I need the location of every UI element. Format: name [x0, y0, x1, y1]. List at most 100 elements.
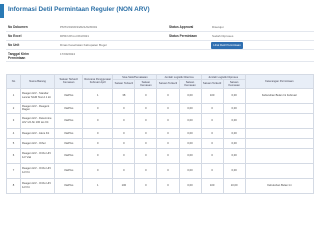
detail-permintaan-button[interactable]: Lihat Detil Permintaan [211, 42, 243, 49]
status-approval-label: Status Approval [169, 25, 194, 29]
cell-proses-satuan: 100 [200, 177, 224, 194]
cell-no: 7 [5, 162, 22, 179]
table-row: 8 Reagen HIV - Ortho HIV 1/2 Kit Vial/Te… [5, 177, 315, 194]
info-row-dokumen: No Dokumen PMT/2019/03/2021/02/0001 Stat… [6, 23, 314, 32]
th-sub-satuan: Satuan Terkecil [200, 79, 224, 89]
cell-sisa-satuan: 100 [112, 177, 136, 194]
page-header: Informasi Detil Permintaan Reguler (NON … [0, 4, 320, 18]
items-table: No Nama Barang Satuan Terkecil Kemasan R… [5, 73, 315, 194]
cell-terima-kemasan: 0,00 [178, 112, 202, 129]
cell-terima-kemasan: 0,00 [178, 177, 202, 194]
cell-proses-kemasan: 0,00 [222, 162, 246, 179]
cell-keterangan: Kebutuhan Bulan Ini Februari [244, 87, 315, 104]
no-unit-label: No Unit [8, 43, 20, 47]
cell-rencana: 0 [82, 112, 114, 129]
info-panel: No Dokumen PMT/2019/03/2021/02/0001 Stat… [6, 23, 314, 62]
table-row: 2 Reagen HIV - Reagent Ragen Vial/Tes 0 … [5, 102, 315, 114]
cell-terima-satuan: 0 [156, 137, 180, 149]
tanggal-label: Tanggal Kirim Permintaan [8, 51, 30, 60]
status-permintaan-value: Sudah Diproses [212, 34, 234, 38]
page-title: Informasi Detil Permintaan Reguler (NON … [8, 6, 150, 13]
info-row-tanggal: Tanggal Kirim Permintaan 17/09/2024 [6, 50, 314, 62]
table-row: 7 Reagen HIV - Ortho HIV 1/2 Kit Vial/Te… [5, 162, 315, 179]
cell-sisa-kemasan: 0 [134, 162, 158, 179]
cell-sisa-satuan: 0 [112, 147, 136, 164]
th-keterangan: Keterangan Permintaan [244, 74, 315, 89]
cell-satuan: Vial/Tes [54, 177, 84, 194]
cell-satuan: Vial/Tes [54, 137, 84, 149]
cell-nama: Reagen HIV - Ortho HIV 1/2 Vial [20, 147, 56, 164]
cell-keterangan [244, 112, 315, 129]
cell-rencana: 0 [82, 162, 114, 179]
cell-terima-kemasan: 0,00 [178, 147, 202, 164]
cell-no: 4 [5, 127, 22, 139]
table-row: 4 Reagen HIV - Alere Kit Vial/Tes 0 0 0 … [5, 127, 315, 139]
cell-proses-kemasan: 0,00 [222, 87, 246, 104]
cell-terima-satuan: 0 [156, 112, 180, 129]
table-row: 5 Reagen HIV - Other Vial/Tes 0 0 0 0 0,… [5, 137, 315, 149]
cell-terima-kemasan: 0,00 [178, 87, 202, 104]
no-excel-label: No Excel [8, 34, 22, 38]
cell-terima-kemasan: 0,00 [178, 127, 202, 139]
cell-nama: Reagen HIV - Alere Kit [20, 127, 56, 139]
cell-sisa-satuan: 38 [112, 87, 136, 104]
cell-terima-satuan: 0 [156, 87, 180, 104]
table-row: 3 Reagen HIV - Determine HIV 1/2 Ab 100 … [5, 112, 315, 129]
cell-terima-satuan: 0 [156, 162, 180, 179]
cell-keterangan [244, 137, 315, 149]
cell-rencana: 1 [82, 177, 114, 194]
cell-terima-kemasan: 0,00 [178, 102, 202, 114]
table-row: 1 Reagen HIV - Standar Lancar SGM Test A… [5, 87, 315, 104]
cell-sisa-kemasan: 0 [134, 87, 158, 104]
th-nama-barang: Nama Barang [20, 74, 56, 89]
cell-rencana: 1 [82, 87, 114, 104]
cell-nama: Reagen HIV - Ortho HIV 1/2 Kit [20, 177, 56, 194]
tanggal-value: 17/09/2024 [60, 52, 76, 56]
cell-terima-satuan: 0 [156, 147, 180, 164]
info-row-unit: No Unit Dinas Kesehatan Kabupaten Bogor … [6, 41, 314, 50]
cell-sisa-satuan: 0 [112, 112, 136, 129]
cell-no: 8 [5, 177, 22, 194]
cell-terima-satuan: 0 [156, 177, 180, 194]
cell-sisa-kemasan: 0 [134, 112, 158, 129]
cell-terima-satuan: 0 [156, 102, 180, 114]
cell-keterangan: Kebutuhan Bulan Ini [244, 177, 315, 194]
no-dokumen-value: PMT/2019/03/2021/02/0001 [60, 25, 98, 29]
cell-proses-satuan: 0 [200, 137, 224, 149]
cell-nama: Reagen HIV - Other [20, 137, 56, 149]
status-approval-value: Disetujui [212, 25, 224, 29]
cell-satuan: Vial/Tes [54, 162, 84, 179]
cell-proses-kemasan: 0,00 [222, 112, 246, 129]
cell-proses-kemasan: 0,00 [222, 137, 246, 149]
cell-terima-satuan: 0 [156, 127, 180, 139]
cell-keterangan [244, 162, 315, 179]
cell-no: 5 [5, 137, 22, 149]
cell-keterangan [244, 127, 315, 139]
status-permintaan-label: Status Permintaan [169, 34, 197, 38]
th-sub-satuan: Satuan Terkecil [156, 79, 180, 89]
cell-no: 1 [5, 87, 22, 104]
no-dokumen-label: No Dokumen [8, 25, 28, 29]
cell-terima-kemasan: 0,00 [178, 137, 202, 149]
cell-proses-satuan: 0 [200, 162, 224, 179]
cell-satuan: Vial/Tes [54, 112, 84, 129]
cell-sisa-kemasan: 0 [134, 137, 158, 149]
cell-rencana: 0 [82, 147, 114, 164]
info-row-excel: No Excel DPR/1/Prov.DKI/2021 Status Perm… [6, 32, 314, 41]
cell-satuan: Vial/Tes [54, 102, 84, 114]
th-no: No [5, 74, 22, 89]
cell-nama: Reagen HIV - Ortho HIV 1/2 Kit [20, 162, 56, 179]
th-sub-kemasan: Satuan Kemasan [134, 79, 158, 89]
th-sub-kemasan: Satuan Kemasan [178, 79, 202, 89]
table-row: 6 Reagen HIV - Ortho HIV 1/2 Vial Vial/T… [5, 147, 315, 164]
cell-sisa-satuan: 0 [112, 127, 136, 139]
cell-sisa-kemasan: 0 [134, 102, 158, 114]
cell-rencana: 0 [82, 102, 114, 114]
cell-sisa-satuan: 0 [112, 137, 136, 149]
cell-proses-satuan: 0 [200, 127, 224, 139]
cell-sisa-kemasan: 0 [134, 177, 158, 194]
cell-nama: Reagen HIV - Determine HIV 1/2 Ab 100 te… [20, 112, 56, 129]
cell-rencana: 0 [82, 127, 114, 139]
no-excel-value: DPR/1/Prov.DKI/2021 [60, 34, 89, 38]
cell-satuan: Vial/Tes [54, 127, 84, 139]
